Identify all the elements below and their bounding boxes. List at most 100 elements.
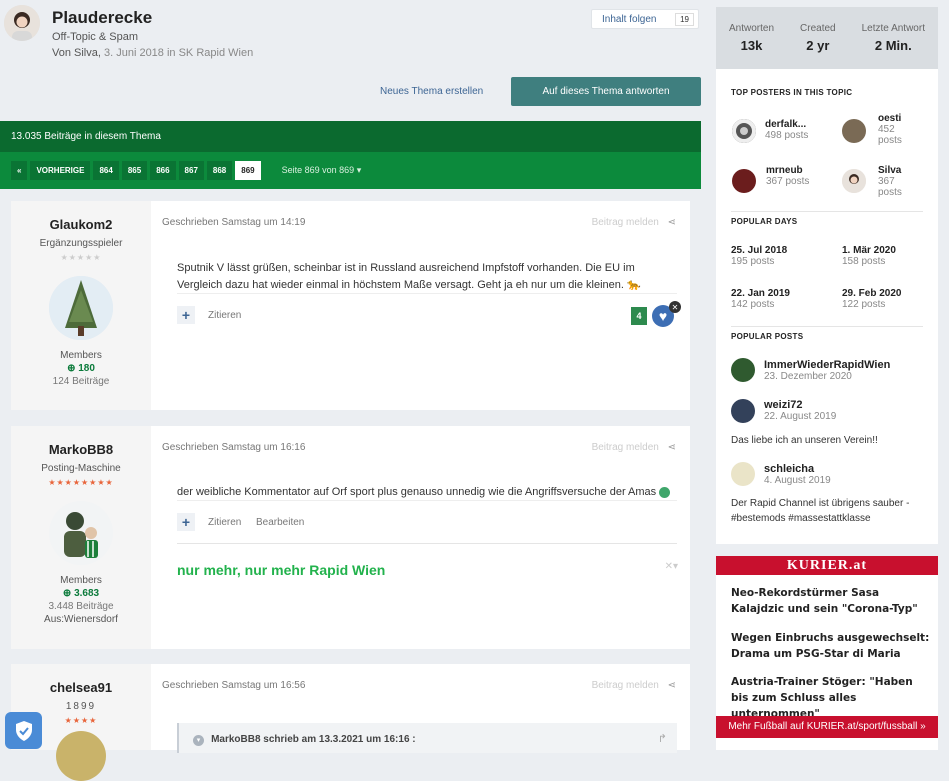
top-poster: derfalk... 498 posts [765, 119, 808, 141]
popular-day[interactable]: 22. Jan 2019 142 posts [731, 288, 790, 310]
follow-label: Inhalt folgen [602, 13, 657, 25]
topic-starter-avatar[interactable] [4, 5, 40, 41]
popular-day[interactable]: 29. Feb 2020 122 posts [842, 288, 901, 310]
author-post-count: 3.448 Beiträge [48, 601, 114, 612]
follower-count: 19 [675, 12, 694, 26]
poster-avatar[interactable] [732, 119, 756, 143]
page-link[interactable]: 864 [93, 161, 119, 180]
caret-down-icon: ▾ [356, 165, 362, 175]
popular-day[interactable]: 25. Jul 2018 195 posts [731, 245, 787, 267]
plus-circle-icon: ⊕ [67, 363, 76, 374]
popular-post-author[interactable]: schleicha [764, 463, 831, 475]
quote-button[interactable]: Zitieren [208, 517, 241, 528]
emoji-icon [659, 486, 671, 498]
signature-divider [177, 543, 677, 544]
quote-block: ▾ MarkoBB8 schrieb am 13.3.2021 um 16:16… [177, 723, 677, 753]
post-content: Sputnik V lässt grüßen, scheinbar ist in… [177, 260, 677, 294]
page-link[interactable]: 865 [121, 161, 148, 180]
privacy-settings-button[interactable] [5, 712, 42, 749]
go-to-quote-icon[interactable]: ↱ [658, 732, 667, 745]
post-timestamp[interactable]: Geschrieben Samstag um 14:19 [162, 217, 305, 228]
poster-name[interactable]: Silva [878, 165, 918, 176]
topic-forum[interactable]: in SK Rapid Wien [164, 47, 253, 59]
stat-last-reply: Letzte Antwort 2 Min. [862, 23, 925, 69]
poster-avatar[interactable] [732, 169, 756, 193]
popular-post-date: 4. August 2019 [764, 475, 831, 486]
kurier-more-link[interactable]: Mehr Fußball auf KURIER.at/sport/fussbal… [716, 716, 938, 738]
post-text: Sputnik V lässt grüßen, scheinbar ist in… [177, 262, 635, 291]
news-headline[interactable]: Neo-Rekordstürmer Sasa Kalajdzic und sei… [731, 585, 931, 617]
page-title: Plauderecke [52, 8, 153, 27]
popular-post-date: 23. Dezember 2020 [764, 371, 852, 382]
author-avatar[interactable] [49, 276, 113, 340]
reputation-badge: ⊕ 180 [11, 363, 151, 374]
topic-stats: Antworten 13k Created 2 yr Letzte Antwort 2… [716, 7, 938, 69]
current-page[interactable]: 869 [235, 161, 261, 180]
page-link[interactable]: 867 [178, 161, 204, 180]
report-link[interactable]: Beitrag melden [592, 442, 659, 453]
poster-avatar[interactable] [842, 169, 866, 193]
divider [177, 293, 677, 294]
author-avatar[interactable] [49, 501, 113, 565]
day-date: 29. Feb 2020 [842, 288, 902, 299]
popular-post[interactable]: schleicha 4. August 2019 [764, 463, 831, 486]
popular-post[interactable]: weizi72 22. August 2019 [764, 399, 836, 422]
poster-name[interactable]: derfalk... [765, 119, 808, 130]
author-rank: Posting-Maschine [41, 463, 121, 474]
share-icon[interactable]: ⋖ [668, 442, 676, 453]
author-avatar[interactable] [56, 731, 106, 781]
edit-button[interactable]: Bearbeiten [256, 517, 304, 528]
page-link[interactable]: 868 [206, 161, 233, 180]
post-tools: Beitrag melden ⋖ [592, 217, 676, 228]
new-topic-link[interactable]: Neues Thema erstellen [380, 86, 483, 97]
popular-post[interactable]: ImmerWiederRapidWien 23. Dezember 2020 [764, 359, 890, 382]
poster-avatar[interactable] [731, 462, 755, 486]
poster-avatar[interactable] [842, 119, 866, 143]
stat-label: Created [800, 23, 836, 34]
report-link[interactable]: Beitrag melden [592, 680, 659, 691]
poster-avatar[interactable] [731, 358, 755, 382]
poster-posts: 452 posts [878, 124, 902, 146]
author-rank: 1899 [65, 701, 97, 712]
popular-post-author[interactable]: weizi72 [764, 399, 836, 411]
post-timestamp[interactable]: Geschrieben Samstag um 16:16 [162, 442, 305, 453]
share-icon[interactable]: ⋖ [668, 217, 676, 228]
reply-button[interactable]: Auf dieses Thema antworten [511, 77, 701, 106]
multiquote-button[interactable]: + [177, 513, 195, 531]
multiquote-button[interactable]: + [177, 306, 195, 324]
news-headline[interactable]: Wegen Einbruchs ausgewechselt: Drama um … [731, 630, 931, 662]
top-poster: mrneub 367 posts [766, 165, 816, 187]
author-name[interactable]: Glaukom2 [11, 217, 151, 232]
kurier-logo[interactable]: KURIER.at [716, 556, 938, 575]
chevron-down-icon[interactable]: ▾ [193, 735, 204, 746]
divider [731, 211, 923, 212]
poster-avatar[interactable] [731, 399, 755, 423]
quote-button[interactable]: Zitieren [208, 310, 241, 321]
topic-author[interactable]: Von Silva, [52, 47, 104, 59]
post-timestamp[interactable]: Geschrieben Samstag um 16:56 [162, 680, 305, 691]
author-name[interactable]: chelsea91 [11, 680, 151, 695]
share-icon[interactable]: ⋖ [668, 680, 676, 691]
close-icon[interactable]: ✕ [669, 301, 681, 313]
first-page-button[interactable]: « [11, 161, 28, 180]
post-tools: Beitrag melden ⋖ [592, 442, 676, 453]
popular-day[interactable]: 1. Mär 2020 158 posts [842, 245, 896, 267]
author-name[interactable]: MarkoBB8 [11, 442, 151, 457]
post-author-panel: MarkoBB8 Posting-Maschine ★★★★★★★★ Membe… [11, 426, 151, 649]
news-headline[interactable]: Austria-Trainer Stöger: "Haben bis zum S… [731, 674, 931, 722]
forum-category[interactable]: Off-Topic & Spam [52, 31, 138, 43]
page-jump-dropdown[interactable]: Seite 869 von 869 ▾ [282, 165, 362, 176]
poster-name[interactable]: oesti [878, 113, 918, 124]
follow-button[interactable]: Inhalt folgen 19 [591, 9, 699, 29]
prev-page-button[interactable]: VORHERIGE [30, 161, 91, 180]
signature-hide-icon[interactable]: ✕▾ [665, 561, 678, 572]
popular-post-author[interactable]: ImmerWiederRapidWien [764, 359, 890, 371]
poster-name[interactable]: mrneub [766, 165, 816, 176]
like-count[interactable]: 4 [631, 307, 647, 325]
sidebar-topic-info: TOP POSTERS IN THIS TOPIC derfalk... 498 … [716, 69, 938, 544]
page-link[interactable]: 866 [150, 161, 176, 180]
report-link[interactable]: Beitrag melden [592, 217, 659, 228]
reputation-value: 180 [78, 363, 95, 374]
post-count-bar: 13.035 Beiträge in diesem Thema [0, 121, 701, 152]
kurier-widget: KURIER.at Neo-Rekordstürmer Sasa Kalajdz… [716, 556, 938, 750]
